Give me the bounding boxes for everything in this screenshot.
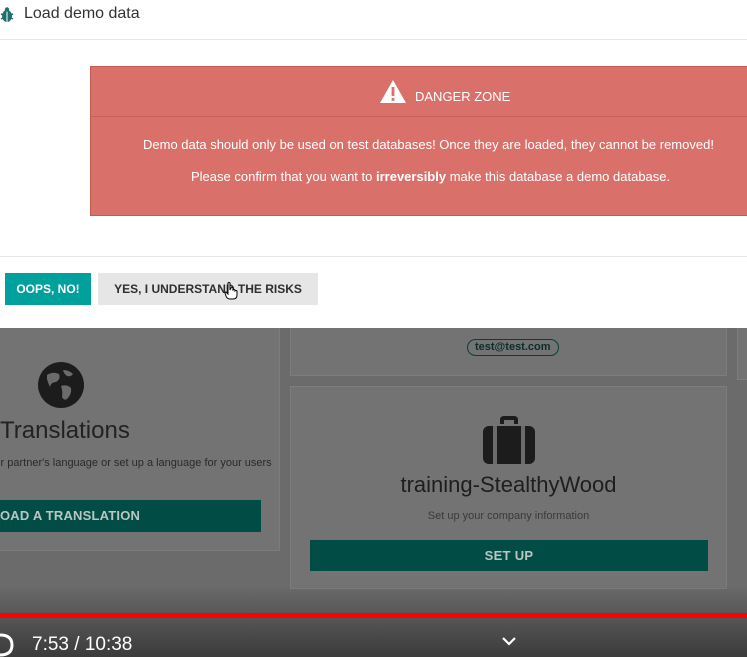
company-title: training-StealthyWood	[400, 472, 617, 497]
briefcase-icon	[483, 416, 535, 464]
danger-message-2-suffix: make this database a demo database.	[446, 169, 671, 184]
dialog-header: Load demo data	[0, 0, 747, 40]
video-time: 7:53 / 10:38	[32, 634, 133, 655]
dialog-title: Load demo data	[24, 5, 140, 22]
danger-message-1: Demo data should only be used on test da…	[143, 137, 714, 152]
danger-zone-alert: DANGER ZONE Demo data should only be use…	[90, 66, 747, 216]
confirm-risks-button[interactable]: YES, I UNDERSTAND THE RISKS	[98, 273, 318, 305]
globe-icon	[38, 362, 84, 408]
danger-zone-header: DANGER ZONE	[91, 67, 747, 117]
danger-message-2-prefix: Please confirm that you want to	[191, 169, 376, 184]
translations-description: our partner's language or set up a langu…	[0, 457, 272, 469]
danger-message-2: Please confirm that you want to irrevers…	[191, 169, 670, 184]
replay-icon[interactable]	[0, 632, 16, 657]
progress-bar[interactable]	[0, 613, 747, 618]
setup-button[interactable]: SET UP	[310, 540, 708, 571]
bug-icon	[0, 7, 14, 22]
danger-message-2-bold: irreversibly	[375, 169, 447, 184]
warning-icon	[380, 80, 406, 103]
company-description: Set up your company information	[427, 510, 590, 522]
hand-cursor-icon	[224, 282, 238, 300]
email-badge: test@test.com	[467, 339, 559, 356]
translations-title: Translations	[0, 417, 130, 444]
cancel-button[interactable]: OOPS, NO!	[5, 273, 91, 305]
chevron-down-icon[interactable]	[501, 634, 517, 648]
danger-zone-title: DANGER ZONE	[415, 89, 511, 104]
load-translation-button[interactable]: OAD A TRANSLATION	[0, 500, 261, 532]
